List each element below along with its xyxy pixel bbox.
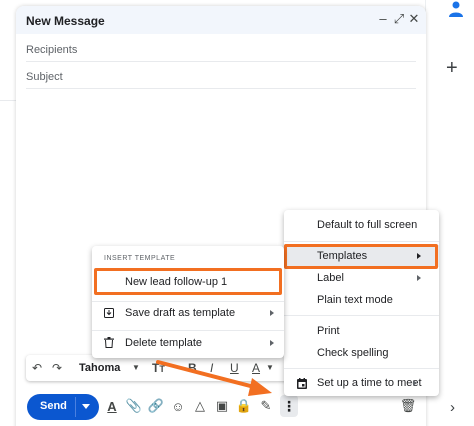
link-icon[interactable]: 🔗	[148, 398, 164, 414]
menu-item-print[interactable]: Print	[284, 320, 439, 342]
menu-divider	[284, 368, 439, 369]
compose-title: New Message	[26, 14, 105, 28]
subject-field[interactable]: Subject	[26, 63, 416, 89]
menu-item-label: Save draft as template	[125, 307, 236, 319]
underline-icon[interactable]: U	[230, 360, 239, 376]
text-color-icon[interactable]: A	[252, 360, 260, 376]
chevron-right-icon	[417, 275, 421, 281]
chevron-right-icon[interactable]: ›	[450, 399, 455, 416]
chevron-down-icon[interactable]: ▼	[132, 360, 140, 376]
save-icon	[104, 308, 114, 318]
photo-icon[interactable]: ▣	[214, 398, 230, 414]
menu-item-label: Label	[317, 272, 344, 284]
page-background-left	[0, 0, 16, 426]
menu-item-label: Check spelling	[317, 347, 389, 359]
chevron-right-icon	[270, 310, 274, 316]
close-icon[interactable]: ✕	[407, 12, 421, 26]
templates-highlight	[284, 244, 438, 269]
divider	[0, 100, 16, 101]
italic-icon[interactable]: I	[210, 360, 213, 376]
menu-divider	[284, 241, 439, 242]
recipients-field[interactable]: Recipients	[26, 36, 416, 62]
plus-icon[interactable]: +	[446, 58, 458, 78]
bold-icon[interactable]: B	[188, 360, 197, 376]
menu-item-label: Print	[317, 325, 340, 337]
formatting-icon[interactable]: A	[104, 398, 120, 414]
recipients-placeholder: Recipients	[26, 44, 78, 56]
chevron-down-icon[interactable]: ▼	[266, 360, 274, 376]
attach-icon[interactable]: 📎	[126, 398, 142, 414]
subject-placeholder: Subject	[26, 71, 63, 83]
font-select[interactable]: Tahoma	[79, 360, 120, 376]
calendar-icon	[297, 378, 307, 389]
menu-divider	[92, 330, 284, 331]
menu-item-label: Set up a time to meet	[317, 377, 422, 389]
template-item-save-draft[interactable]: Save draft as template	[92, 302, 284, 324]
submenu-heading: INSERT TEMPLATE	[104, 255, 176, 262]
chevron-right-icon	[270, 340, 274, 346]
menu-divider	[284, 315, 439, 316]
more-options-menu: Default to full screen Templates Label P…	[284, 210, 439, 396]
trash-icon	[104, 337, 114, 348]
signature-icon[interactable]: ✎	[258, 398, 274, 414]
more-options-icon[interactable]: ⋮	[280, 395, 298, 417]
send-button[interactable]: Send	[27, 394, 99, 420]
person-icon[interactable]	[449, 1, 463, 17]
text-size-icon[interactable]: TT	[152, 360, 165, 377]
templates-submenu: INSERT TEMPLATE New lead follow-up 1 Sav…	[92, 246, 284, 358]
emoji-icon[interactable]: ☺	[170, 398, 186, 414]
redo-icon[interactable]: ↷	[52, 360, 62, 376]
formatting-toolbar: ↶ ↷ Tahoma ▼ TT B I U A ▼	[26, 355, 296, 381]
menu-item-label: Plain text mode	[317, 294, 393, 306]
menu-item-check-spelling[interactable]: Check spelling	[284, 342, 439, 364]
drive-icon[interactable]: △	[192, 398, 208, 414]
menu-item-label: Default to full screen	[317, 219, 418, 231]
minimize-icon[interactable]: –	[376, 12, 390, 26]
send-divider	[75, 397, 76, 417]
trash-icon[interactable]: 🗑	[400, 398, 417, 414]
undo-icon[interactable]: ↶	[32, 360, 42, 376]
menu-item-label: Delete template	[125, 337, 203, 349]
confidential-icon[interactable]: 🔒	[236, 398, 252, 414]
chevron-right-icon	[413, 380, 417, 386]
template-highlight	[94, 268, 282, 295]
menu-item-set-up-time[interactable]: Set up a time to meet	[284, 372, 439, 394]
menu-item-plain-text[interactable]: Plain text mode	[284, 289, 439, 311]
menu-item-full-screen[interactable]: Default to full screen	[284, 214, 439, 236]
send-label: Send	[40, 400, 67, 412]
menu-item-label-option[interactable]: Label	[284, 267, 439, 289]
compose-header: New Message – ⤢ ✕	[16, 6, 426, 34]
expand-icon[interactable]: ⤢	[392, 12, 406, 26]
template-item-delete[interactable]: Delete template	[92, 332, 284, 354]
schedule-send-icon[interactable]	[82, 404, 90, 409]
